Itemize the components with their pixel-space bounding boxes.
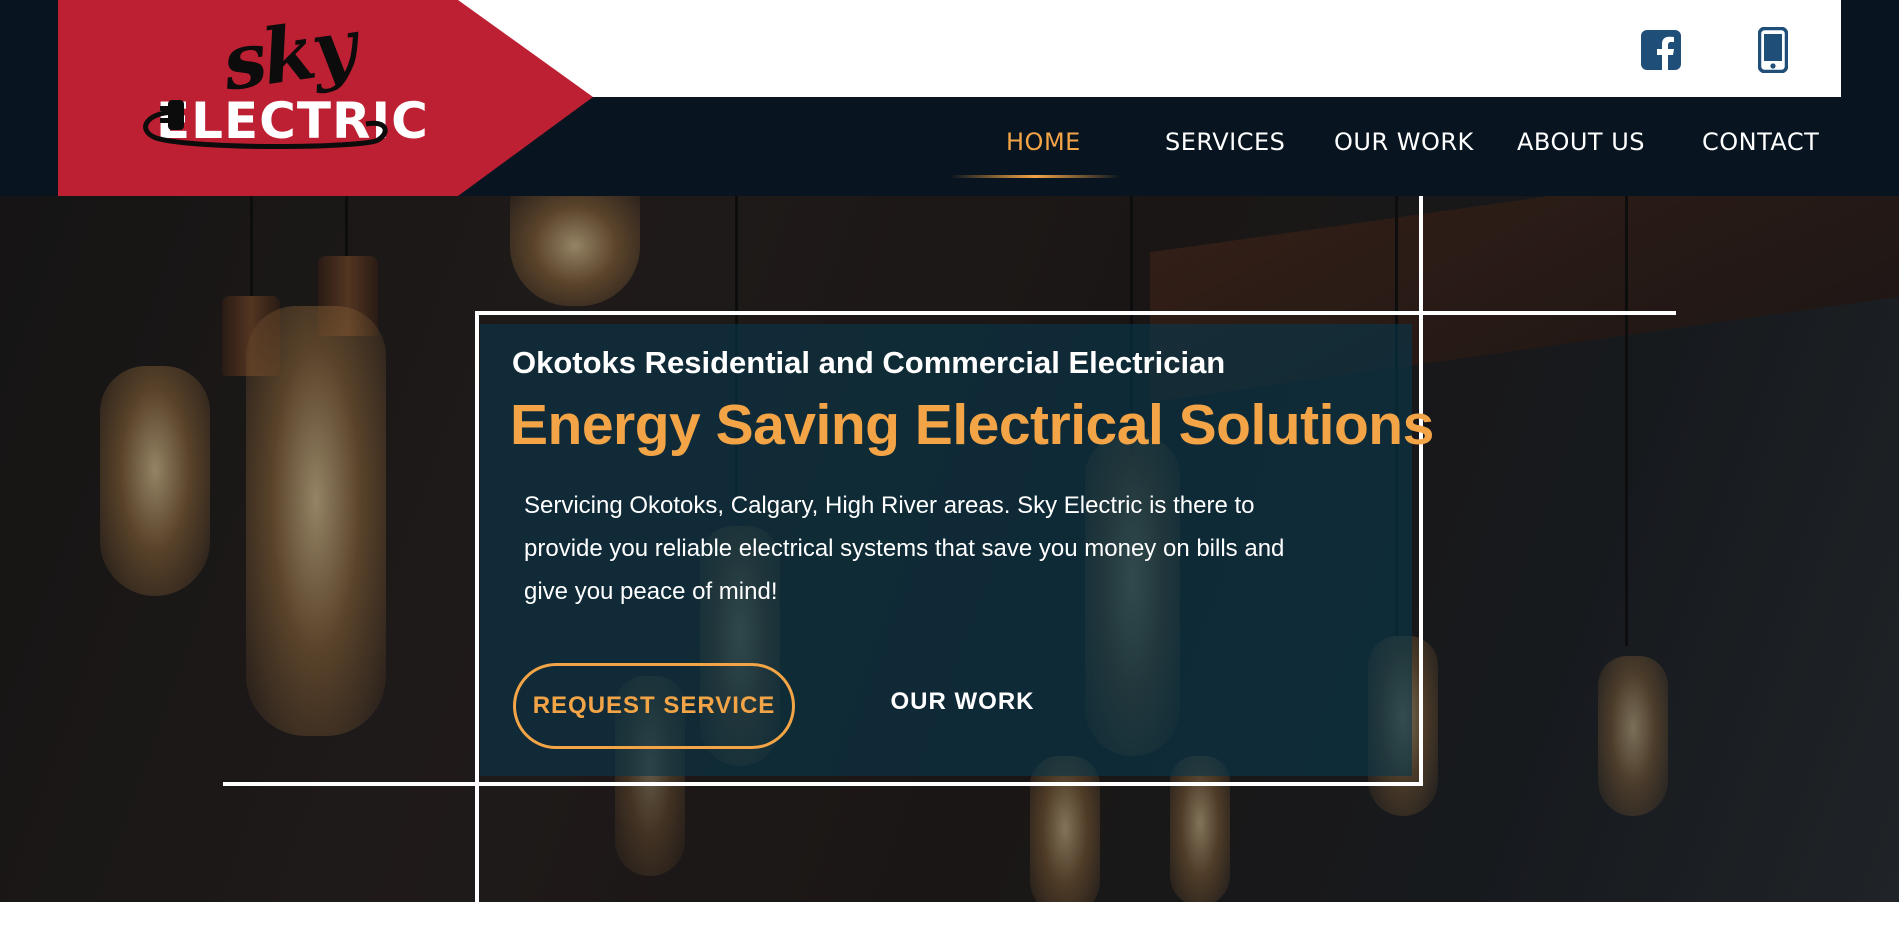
facebook-icon[interactable]: [1640, 26, 1682, 74]
nav-item-services[interactable]: SERVICES: [1165, 128, 1285, 156]
hero-subtitle: Okotoks Residential and Commercial Elect…: [512, 345, 1226, 380]
phone-icon[interactable]: [1752, 26, 1794, 74]
nav-item-about-us[interactable]: ABOUT US: [1517, 128, 1645, 156]
plug-cord-icon: [143, 100, 388, 149]
nav-item-home[interactable]: HOME: [1006, 128, 1081, 156]
frame-line-right: [1419, 196, 1423, 786]
frame-line-top: [475, 311, 1676, 315]
hero-description: Servicing Okotoks, Calgary, High River a…: [524, 492, 1285, 605]
our-work-button[interactable]: OUR WORK: [870, 663, 1055, 741]
frame-line-bottom: [223, 782, 1423, 786]
nav-active-indicator: [950, 175, 1120, 178]
hero-headline: Energy Saving Electrical Solutions: [510, 393, 1434, 457]
request-service-button[interactable]: REQUEST SERVICE: [513, 663, 795, 749]
nav-item-contact[interactable]: CONTACT: [1702, 128, 1819, 156]
frame-line-left: [475, 311, 479, 902]
nav-item-our-work[interactable]: OUR WORK: [1334, 128, 1474, 156]
